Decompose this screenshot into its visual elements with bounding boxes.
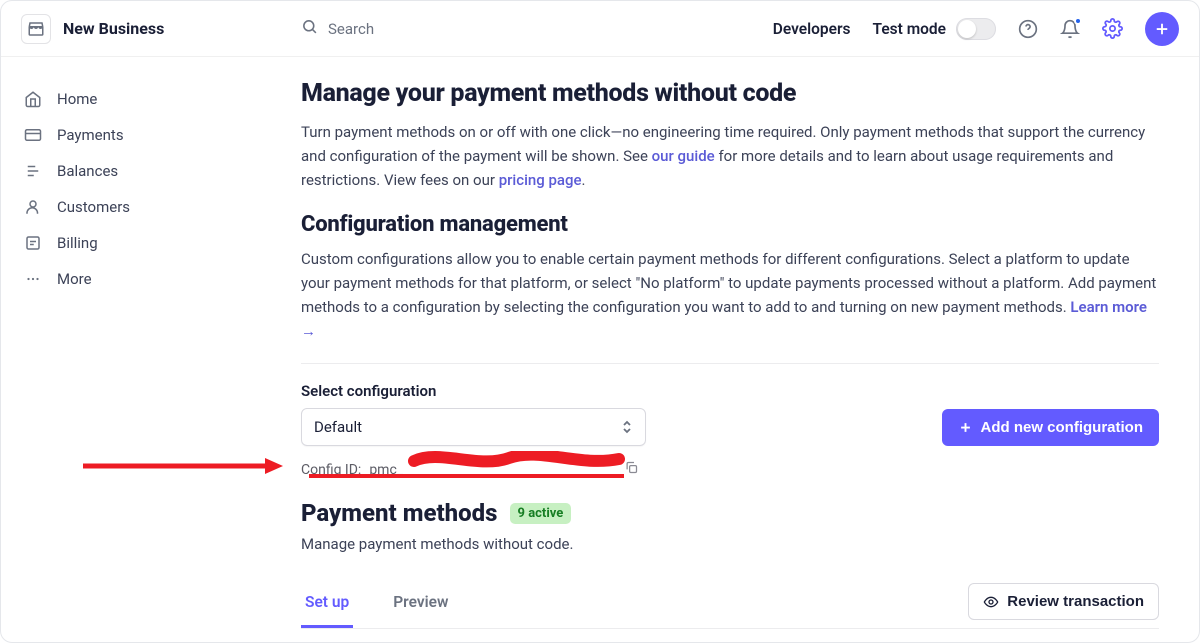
nav-home[interactable]: Home — [17, 81, 179, 117]
developers-link[interactable]: Developers — [773, 20, 851, 38]
main-content: Manage your payment methods without code… — [191, 57, 1199, 644]
sidebar: Home Payments Balances Customers Billing… — [1, 57, 191, 644]
review-transaction-label: Review transaction — [1007, 593, 1144, 610]
card-icon — [23, 125, 43, 145]
section2-paragraph: Custom configurations allow you to enabl… — [301, 247, 1159, 343]
nav-label: Payments — [57, 126, 124, 144]
config-id-value: pmc_ — [369, 462, 403, 478]
pricing-link[interactable]: pricing page — [499, 171, 582, 189]
search-icon — [301, 18, 318, 39]
section1-paragraph: Turn payment methods on or off with one … — [301, 120, 1159, 192]
nav-label: Billing — [57, 234, 98, 252]
billing-icon — [23, 233, 43, 253]
copy-icon[interactable] — [624, 460, 639, 479]
review-transaction-button[interactable]: Review transaction — [968, 583, 1159, 620]
config-id-label: Config ID: — [301, 462, 361, 478]
guide-link[interactable]: our guide — [652, 147, 715, 165]
divider — [301, 363, 1159, 364]
brand-title: New Business — [63, 19, 164, 38]
more-icon — [23, 269, 43, 289]
test-mode: Test mode — [873, 18, 997, 40]
nav-more[interactable]: More — [17, 261, 179, 297]
select-config-label: Select configuration — [301, 382, 1159, 400]
section1-title: Manage your payment methods without code — [301, 79, 1159, 108]
search-placeholder: Search — [328, 20, 374, 38]
home-icon — [23, 89, 43, 109]
user-icon — [23, 197, 43, 217]
config-id-redacted — [411, 462, 616, 477]
payment-methods-header: Payment methods 9 active — [301, 499, 1159, 527]
create-button[interactable] — [1145, 12, 1179, 46]
search[interactable]: Search — [301, 18, 661, 39]
add-config-label: Add new configuration — [981, 419, 1144, 436]
chevron-updown-icon — [621, 419, 633, 435]
tab-preview[interactable]: Preview — [389, 583, 452, 628]
nav-customers[interactable]: Customers — [17, 189, 179, 225]
tabs-row: Set up Preview Review transaction — [301, 583, 1159, 629]
config-select[interactable]: Default — [301, 408, 646, 446]
active-badge: 9 active — [510, 503, 572, 524]
add-config-button[interactable]: Add new configuration — [942, 409, 1160, 446]
balances-icon — [23, 161, 43, 181]
payment-methods-subtitle: Manage payment methods without code. — [301, 535, 1159, 553]
test-mode-label: Test mode — [873, 20, 947, 38]
topbar: New Business Search Developers Test mode — [1, 1, 1199, 57]
test-mode-toggle[interactable] — [956, 18, 996, 40]
help-icon[interactable] — [1018, 19, 1038, 39]
section2-title: Configuration management — [301, 212, 1159, 237]
nav-payments[interactable]: Payments — [17, 117, 179, 153]
nav-balances[interactable]: Balances — [17, 153, 179, 189]
settings-icon[interactable] — [1102, 18, 1123, 39]
nav-label: Home — [57, 90, 97, 108]
tab-setup[interactable]: Set up — [301, 583, 353, 628]
topbar-right: Developers Test mode — [773, 12, 1179, 46]
payment-methods-title: Payment methods — [301, 499, 498, 527]
storefront-icon — [21, 14, 51, 44]
config-id-row: Config ID: pmc_ — [301, 460, 1159, 479]
nav-billing[interactable]: Billing — [17, 225, 179, 261]
brand[interactable]: New Business — [21, 14, 301, 44]
nav-label: Balances — [57, 162, 118, 180]
notifications-icon[interactable] — [1060, 19, 1080, 39]
nav-label: Customers — [57, 198, 130, 216]
notif-dot — [1074, 17, 1082, 25]
nav-label: More — [57, 270, 92, 288]
config-selected: Default — [314, 418, 362, 436]
